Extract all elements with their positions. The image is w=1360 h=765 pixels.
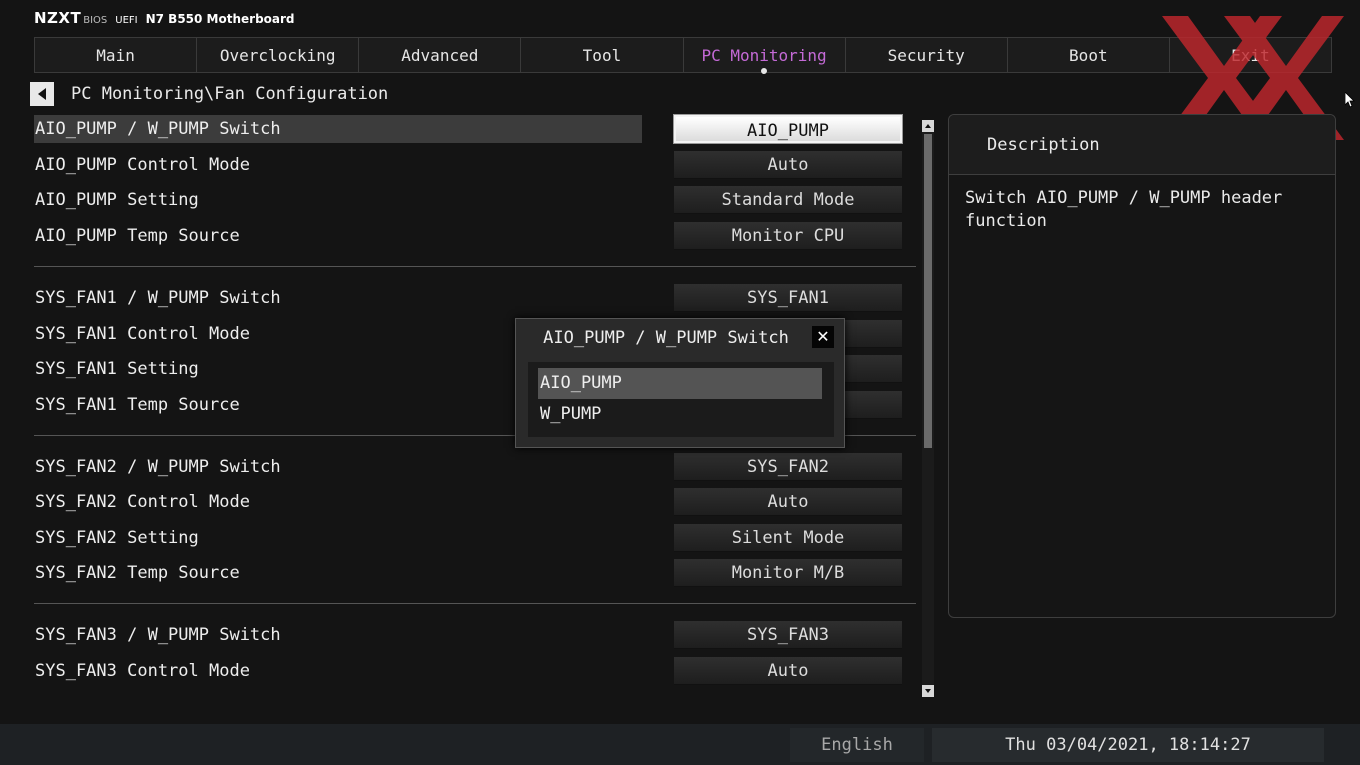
setting-value-button[interactable]: Auto	[674, 488, 902, 516]
brand-header: NZXT BIOS UEFI N7 B550 Motherboard	[34, 9, 295, 27]
tab-overclocking[interactable]: Overclocking	[197, 38, 360, 72]
main-tabs: Main Overclocking Advanced Tool PC Monit…	[34, 37, 1332, 74]
chevron-down-icon[interactable]	[922, 685, 934, 697]
setting-value-button[interactable]: SYS_FAN1	[674, 284, 902, 312]
setting-label: AIO_PUMP / W_PUMP Switch	[34, 115, 642, 143]
settings-scrollbar[interactable]	[922, 120, 934, 697]
status-bar: English Thu 03/04/2021, 18:14:27	[0, 724, 1360, 765]
setting-label: SYS_FAN2 Setting	[35, 528, 199, 548]
group-divider	[34, 603, 916, 604]
setting-value-button[interactable]: Monitor M/B	[674, 559, 902, 587]
setting-row[interactable]: SYS_FAN2 Temp Source Monitor M/B	[34, 559, 916, 587]
nzxt-logo: NZXT	[34, 9, 82, 27]
scroll-thumb[interactable]	[924, 134, 932, 448]
setting-row[interactable]: SYS_FAN1 / W_PUMP Switch SYS_FAN1	[34, 284, 916, 312]
description-text: Switch AIO_PUMP / W_PUMP header function	[965, 188, 1283, 231]
setting-row[interactable]: SYS_FAN2 Setting Silent Mode	[34, 524, 916, 552]
popup-option-aio-pump[interactable]: AIO_PUMP	[538, 368, 822, 399]
setting-label: SYS_FAN3 / W_PUMP Switch	[35, 625, 281, 645]
popup-option-w-pump[interactable]: W_PUMP	[538, 399, 822, 430]
popup-title: AIO_PUMP / W_PUMP Switch	[543, 328, 789, 348]
setting-label: SYS_FAN3 Control Mode	[35, 661, 250, 681]
popup-option-list: AIO_PUMP W_PUMP	[528, 362, 834, 437]
setting-value-button[interactable]: AIO_PUMP	[673, 114, 903, 144]
tab-pc-monitoring[interactable]: PC Monitoring	[684, 38, 846, 74]
setting-label: SYS_FAN1 / W_PUMP Switch	[35, 288, 281, 308]
setting-value-button[interactable]: Standard Mode	[674, 186, 902, 214]
description-title: Description	[949, 115, 1335, 175]
option-popup: AIO_PUMP / W_PUMP Switch ✕ AIO_PUMP W_PU…	[515, 318, 845, 448]
setting-row[interactable]: AIO_PUMP / W_PUMP Switch AIO_PUMP	[34, 114, 916, 144]
chevron-up-icon[interactable]	[922, 120, 934, 132]
setting-row[interactable]: SYS_FAN2 Control Mode Auto	[34, 488, 916, 516]
date-time-display: Thu 03/04/2021, 18:14:27	[932, 728, 1324, 762]
setting-value-button[interactable]: SYS_FAN3	[674, 621, 902, 649]
setting-value-button[interactable]: Auto	[674, 151, 902, 179]
setting-label: SYS_FAN2 Temp Source	[35, 563, 240, 583]
setting-value-button[interactable]: Monitor CPU	[674, 222, 902, 250]
uefi-label: UEFI	[115, 15, 138, 26]
mouse-cursor-icon	[1345, 92, 1355, 108]
setting-value-button[interactable]: Silent Mode	[674, 524, 902, 552]
back-button[interactable]	[30, 82, 54, 106]
tab-tool[interactable]: Tool	[521, 38, 684, 72]
setting-label: SYS_FAN2 Control Mode	[35, 492, 250, 512]
description-panel: Description Switch AIO_PUMP / W_PUMP hea…	[948, 114, 1336, 618]
setting-row[interactable]: AIO_PUMP Control Mode Auto	[34, 151, 916, 179]
setting-label: AIO_PUMP Control Mode	[35, 155, 250, 175]
setting-label: SYS_FAN2 / W_PUMP Switch	[35, 457, 281, 477]
language-selector[interactable]: English	[790, 728, 924, 762]
tab-security[interactable]: Security	[846, 38, 1008, 72]
setting-row[interactable]: SYS_FAN2 / W_PUMP Switch SYS_FAN2	[34, 453, 916, 481]
tab-boot[interactable]: Boot	[1008, 38, 1170, 72]
setting-value-button[interactable]: Auto	[674, 657, 902, 685]
setting-value-button[interactable]: SYS_FAN2	[674, 453, 902, 481]
tab-main[interactable]: Main	[35, 38, 198, 72]
setting-label: AIO_PUMP Setting	[35, 190, 199, 210]
tab-exit[interactable]: Exit	[1170, 38, 1331, 72]
setting-row[interactable]: SYS_FAN3 / W_PUMP Switch SYS_FAN3	[34, 621, 916, 649]
setting-row[interactable]: AIO_PUMP Setting Standard Mode	[34, 186, 916, 214]
motherboard-model: N7 B550 Motherboard	[145, 12, 295, 26]
setting-row[interactable]: AIO_PUMP Temp Source Monitor CPU	[34, 222, 916, 250]
tab-advanced[interactable]: Advanced	[359, 38, 522, 72]
setting-label: AIO_PUMP Temp Source	[35, 226, 240, 246]
close-icon[interactable]: ✕	[812, 326, 834, 348]
group-divider	[34, 266, 916, 267]
back-arrow-icon	[38, 88, 46, 100]
setting-row[interactable]: SYS_FAN3 Control Mode Auto	[34, 657, 916, 685]
bios-label: BIOS	[83, 15, 108, 26]
breadcrumb: PC Monitoring\Fan Configuration	[71, 84, 389, 104]
